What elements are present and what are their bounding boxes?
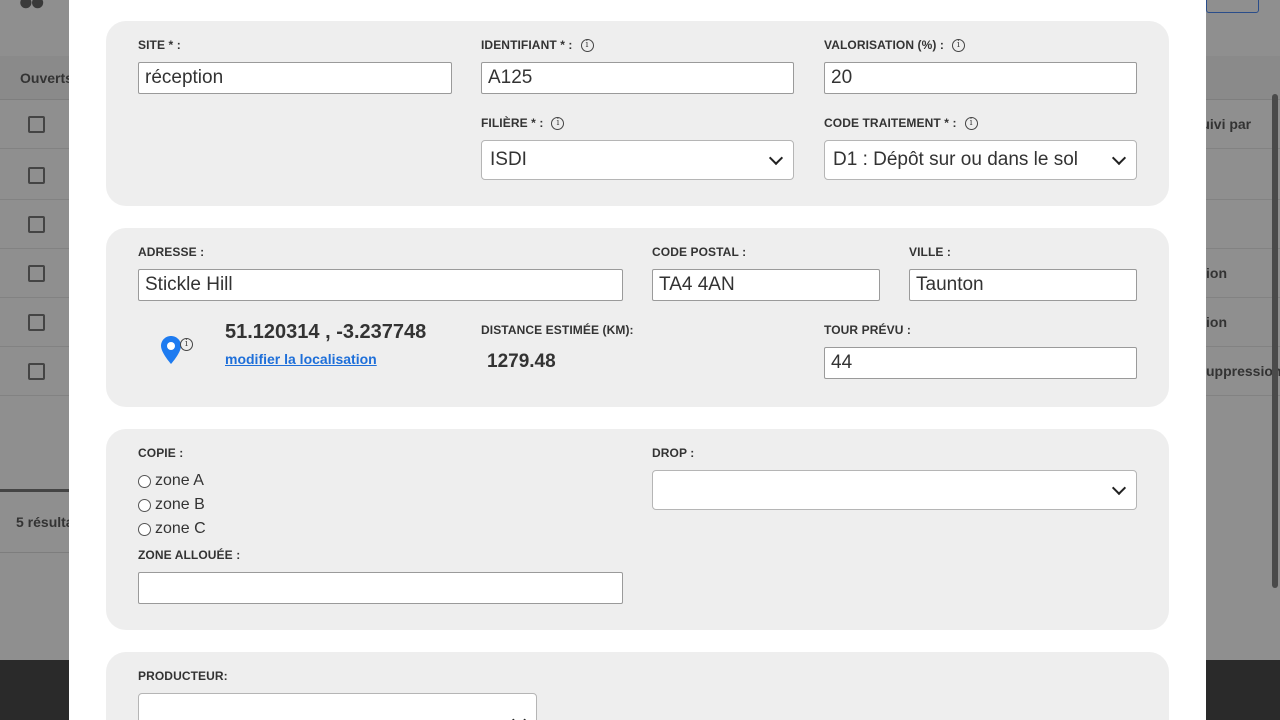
chevron-down-icon xyxy=(768,150,784,166)
producteur-label: PRODUCTEUR: xyxy=(138,669,228,683)
row-status-text: ion xyxy=(1206,265,1227,281)
radio-zone-b[interactable]: zone B xyxy=(138,496,205,514)
chevron-down-icon xyxy=(1111,150,1127,166)
row-checkbox xyxy=(28,216,45,233)
site-label: SITE * : xyxy=(138,38,181,52)
address-card: ADRESSE : Stickle Hill CODE POSTAL : TA4… xyxy=(106,228,1169,407)
radio-zone-c[interactable]: zone C xyxy=(138,520,206,538)
radio-label: zone B xyxy=(155,496,205,513)
valorisation-input[interactable]: 20 xyxy=(824,62,1137,94)
info-icon[interactable]: i xyxy=(551,116,565,130)
radio-label: zone C xyxy=(155,520,206,537)
filiere-label: FILIÈRE * :i xyxy=(481,116,565,130)
radio-button[interactable] xyxy=(138,498,151,512)
drop-label: DROP : xyxy=(652,446,695,460)
code-postal-label: CODE POSTAL : xyxy=(652,245,747,259)
page-scrollbar[interactable] xyxy=(1272,94,1278,588)
tour-label: TOUR PRÉVU : xyxy=(824,323,911,337)
info-icon[interactable]: i xyxy=(580,38,594,52)
site-card: SITE * : réception IDENTIFIANT * :i A125… xyxy=(106,21,1169,206)
radio-zone-a[interactable]: zone A xyxy=(138,472,204,490)
code-postal-input[interactable]: TA4 4AN xyxy=(652,269,880,301)
valorisation-label: VALORISATION (%) :i xyxy=(824,38,966,52)
zone-card: COPIE : zone A zone B zone C ZONE ALLOUÉ… xyxy=(106,429,1169,630)
row-checkbox xyxy=(28,167,45,184)
ville-input[interactable]: Taunton xyxy=(909,269,1137,301)
info-icon[interactable]: i xyxy=(952,38,966,52)
app-logo: ●● xyxy=(18,0,45,16)
radio-button[interactable] xyxy=(138,474,151,488)
tour-input[interactable]: 44 xyxy=(824,347,1137,379)
filiere-select[interactable]: ISDI xyxy=(481,140,794,180)
producteur-card: PRODUCTEUR: xyxy=(106,652,1169,720)
background-divider xyxy=(0,489,70,492)
row-status-text: ion xyxy=(1206,314,1227,330)
ville-label: VILLE : xyxy=(909,245,952,259)
distance-value: 1279.48 xyxy=(487,351,556,372)
background-top-button xyxy=(1206,0,1259,13)
info-icon[interactable]: i xyxy=(964,116,978,130)
radio-button[interactable] xyxy=(138,522,151,536)
results-count: 5 résulta xyxy=(16,514,74,530)
background-divider xyxy=(0,552,70,553)
zone-allouee-label: ZONE ALLOUÉE : xyxy=(138,548,241,562)
edit-modal: SITE * : réception IDENTIFIANT * :i A125… xyxy=(69,0,1206,720)
producteur-select[interactable] xyxy=(138,693,537,720)
select-all-checkbox xyxy=(28,116,45,133)
drop-select[interactable] xyxy=(652,470,1137,510)
code-traitement-label: CODE TRAITEMENT * :i xyxy=(824,116,978,130)
distance-label: DISTANCE ESTIMÉE (KM): xyxy=(481,323,634,337)
row-checkbox xyxy=(28,265,45,282)
location-pin-icon xyxy=(161,336,181,364)
chevron-down-icon xyxy=(511,712,527,720)
modify-location-link[interactable]: modifier la localisation xyxy=(225,351,377,367)
row-checkbox xyxy=(28,314,45,331)
code-traitement-select[interactable]: D1 : Dépôt sur ou dans le sol xyxy=(824,140,1137,180)
coordinates-text: 51.120314 , -3.237748 xyxy=(225,321,427,343)
info-icon[interactable]: i xyxy=(180,338,193,351)
adresse-input[interactable]: Stickle Hill xyxy=(138,269,623,301)
copie-label: COPIE : xyxy=(138,446,184,460)
identifiant-label: IDENTIFIANT * :i xyxy=(481,38,594,52)
row-status-text: uppression xyxy=(1206,363,1280,379)
tab-ouverts: Ouverts xyxy=(20,70,73,86)
site-input[interactable]: réception xyxy=(138,62,452,94)
zone-allouee-input[interactable] xyxy=(138,572,623,604)
identifiant-input[interactable]: A125 xyxy=(481,62,794,94)
chevron-down-icon xyxy=(1111,480,1127,496)
radio-label: zone A xyxy=(155,472,204,489)
row-checkbox xyxy=(28,363,45,380)
adresse-label: ADRESSE : xyxy=(138,245,205,259)
